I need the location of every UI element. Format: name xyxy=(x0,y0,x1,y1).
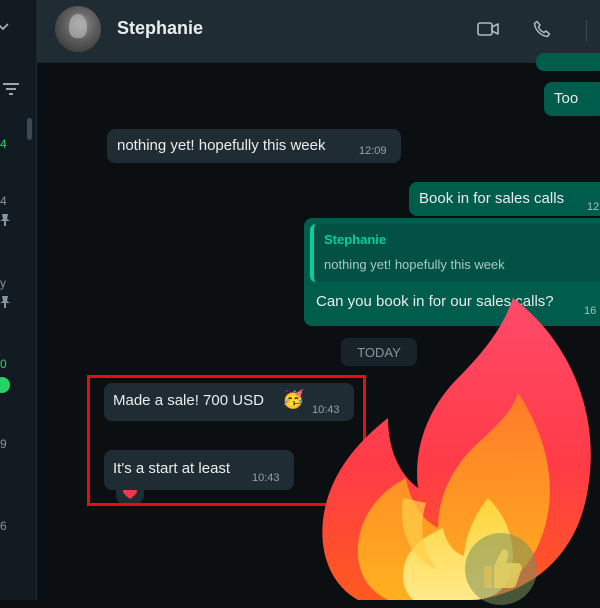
voice-call-icon[interactable] xyxy=(533,20,551,38)
message-bubble-outgoing[interactable]: Too xyxy=(544,82,600,116)
pin-icon xyxy=(0,214,10,226)
chat-list-sidebar: 4 4 y 0 9 6 xyxy=(0,0,37,600)
chevron-down-icon[interactable] xyxy=(0,20,9,32)
message-bubble-outgoing[interactable]: Book in for sales calls 12 xyxy=(409,182,600,216)
chat-list-item-time[interactable]: 6 xyxy=(0,519,7,533)
chat-list-item-time[interactable]: y xyxy=(0,276,6,290)
chat-list-item-time[interactable]: 9 xyxy=(0,437,7,451)
message-text: Book in for sales calls xyxy=(419,190,565,207)
message-time: 12:09 xyxy=(359,145,387,157)
chat-list-item-time[interactable]: 4 xyxy=(0,194,7,208)
thumbs-up-icon[interactable] xyxy=(462,530,540,608)
sidebar-scrollbar[interactable] xyxy=(27,118,32,140)
message-bubble-outgoing[interactable] xyxy=(536,53,600,71)
chat-header: Stephanie xyxy=(37,0,600,63)
filter-icon[interactable] xyxy=(2,82,20,96)
unread-badge xyxy=(0,377,10,393)
message-text: Too xyxy=(554,90,579,107)
message-time: 12 xyxy=(587,201,600,213)
pin-icon xyxy=(0,296,10,308)
avatar[interactable] xyxy=(55,6,101,52)
chat-list-item-time[interactable]: 0 xyxy=(0,357,7,371)
message-bubble-incoming[interactable]: nothing yet! hopefully this week 12:09 xyxy=(107,129,401,163)
chat-list-item-time[interactable]: 4 xyxy=(0,137,7,151)
quoted-author: Stephanie xyxy=(324,232,387,247)
contact-name[interactable]: Stephanie xyxy=(117,18,203,39)
quoted-message[interactable]: Stephanie nothing yet! hopefully this we… xyxy=(310,224,600,282)
message-text: nothing yet! hopefully this week xyxy=(117,137,326,154)
fire-emoji xyxy=(322,298,591,600)
video-call-icon[interactable] xyxy=(477,21,499,37)
quoted-text: nothing yet! hopefully this week xyxy=(324,257,505,272)
header-divider xyxy=(586,20,587,42)
